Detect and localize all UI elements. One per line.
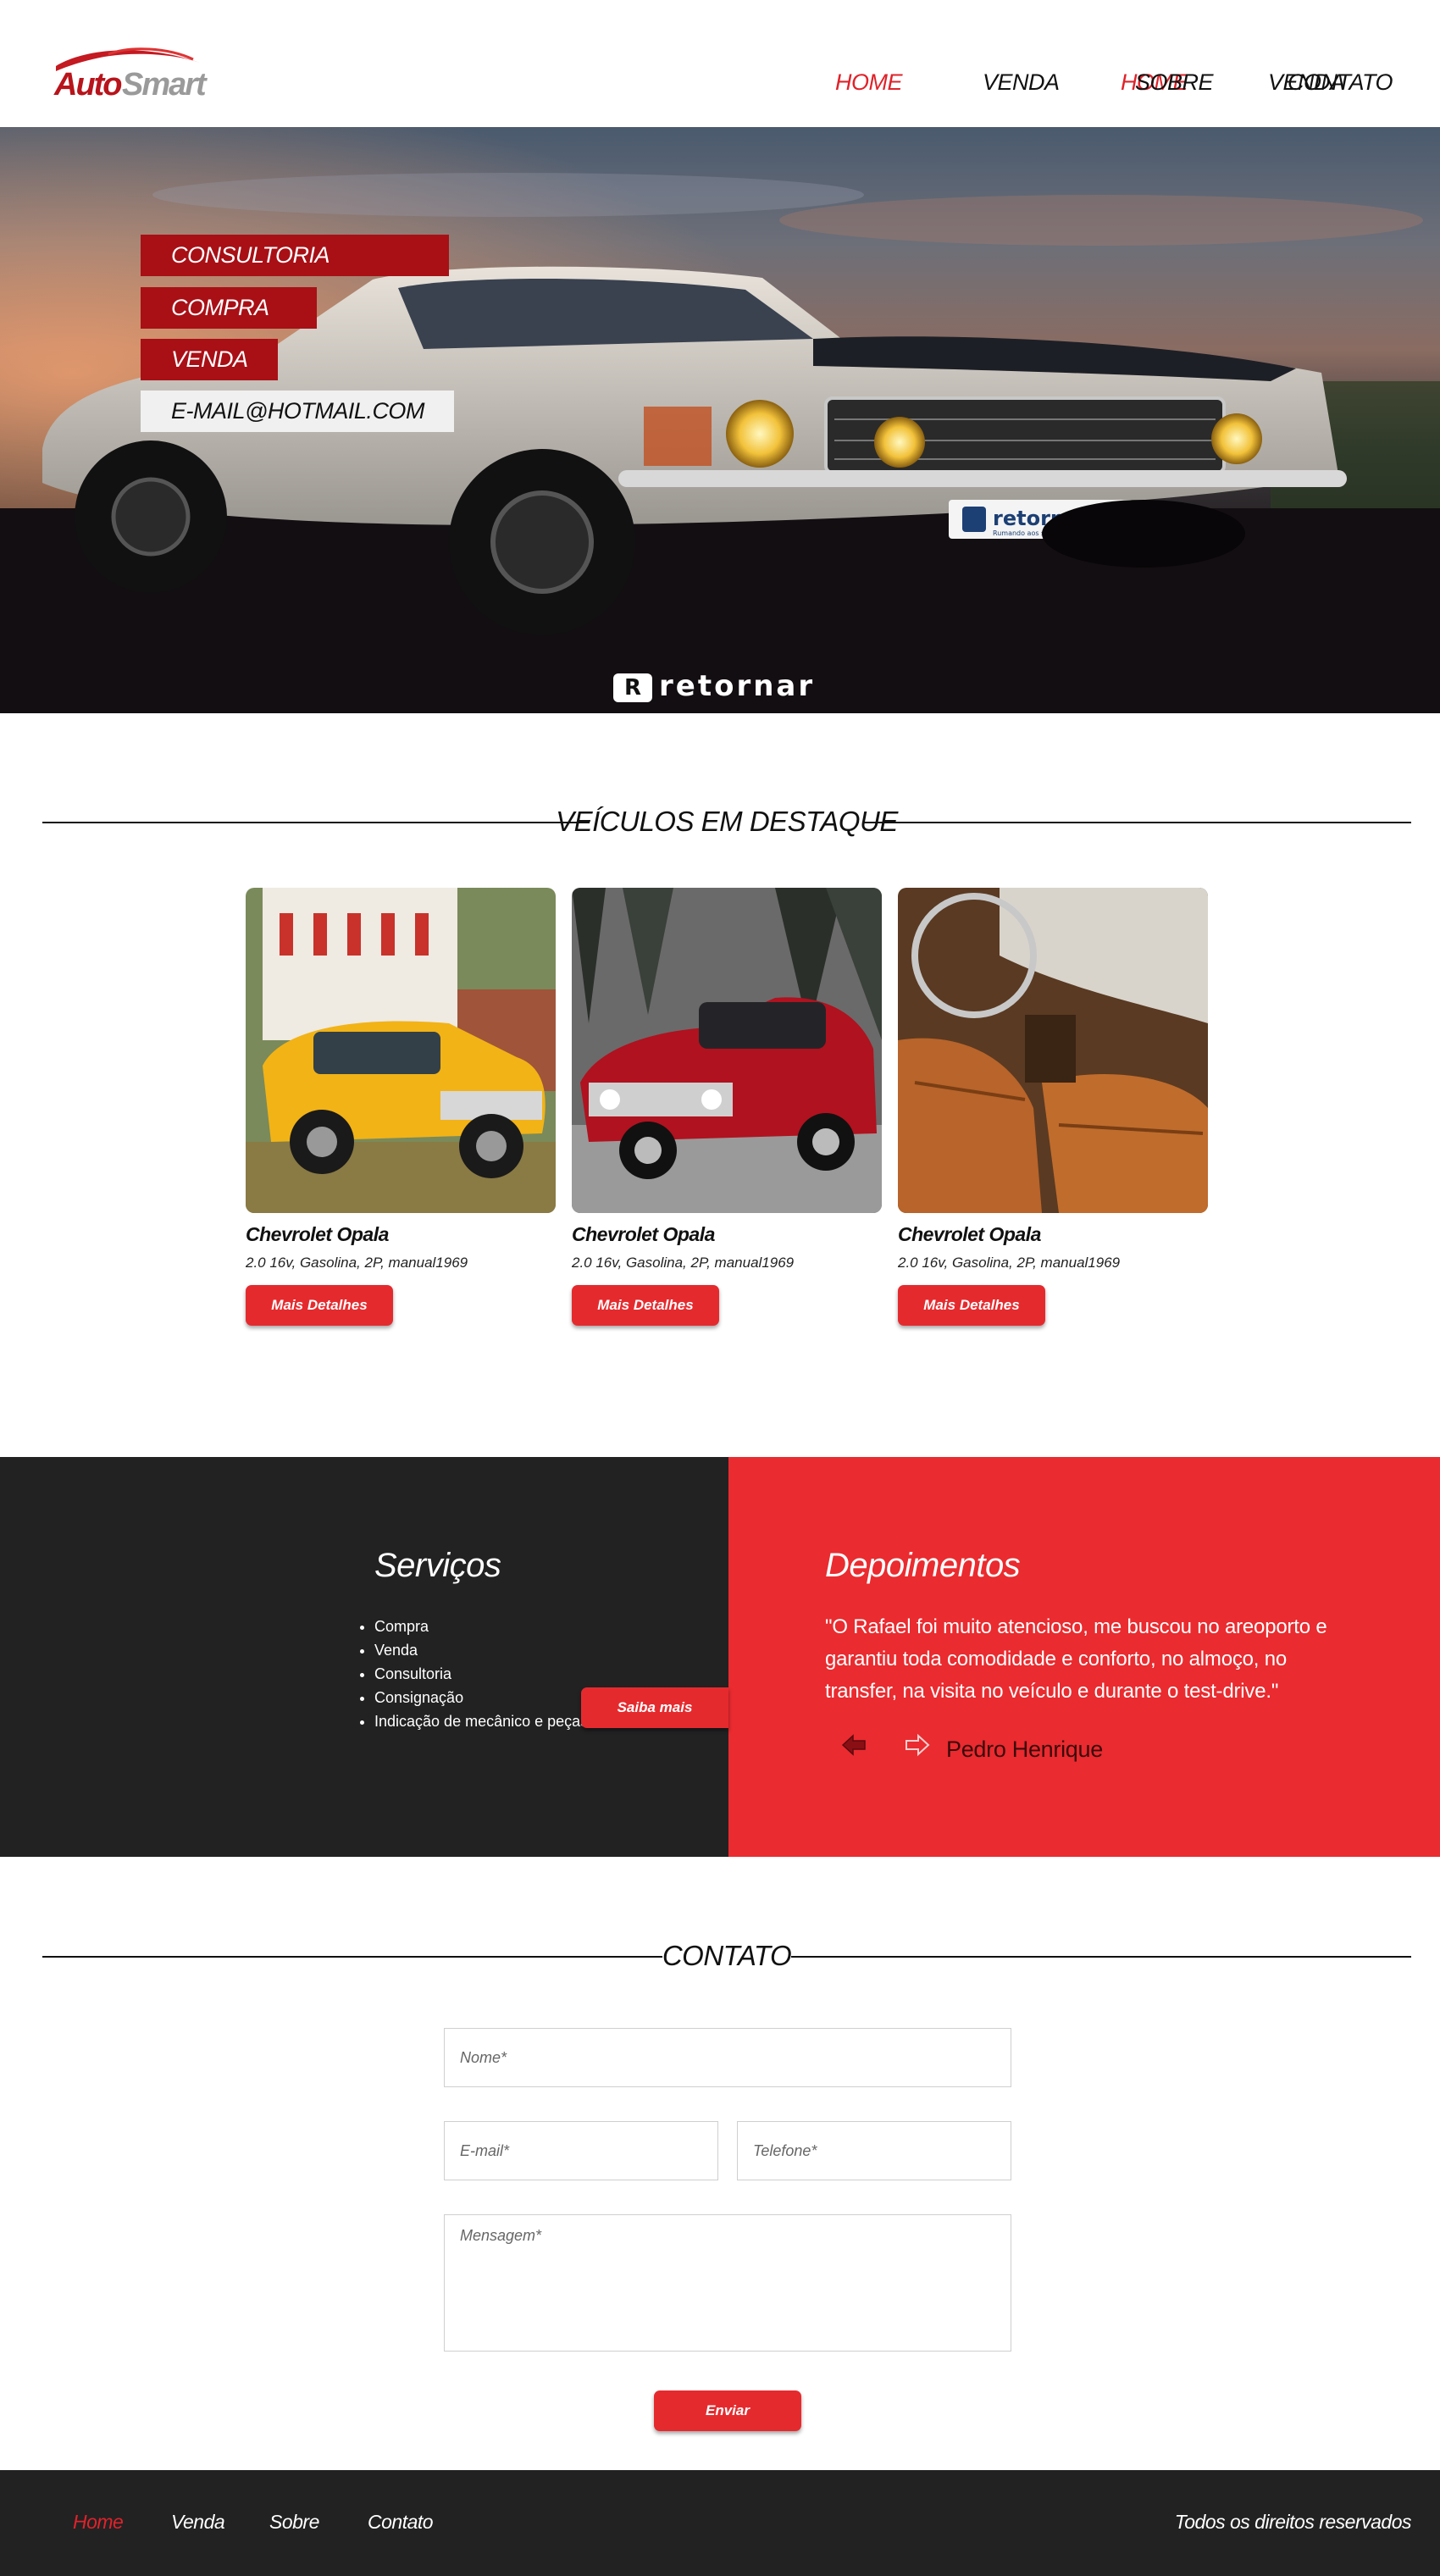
submit-button[interactable]: Enviar [654, 2390, 801, 2431]
vehicle-specs: 2.0 16v, Gasolina, 2P, manual1969 [898, 1255, 1121, 1271]
hero-email[interactable]: E-MAIL@HOTMAIL.COM [141, 391, 454, 432]
service-item: Compra [374, 1615, 588, 1638]
vehicle-specs: 2.0 16v, Gasolina, 2P, manual1969 [572, 1255, 795, 1271]
footer-link-sobre[interactable]: Sobre [269, 2511, 319, 2534]
service-item: Consignação [374, 1686, 588, 1709]
vehicle-name: Chevrolet Opala [898, 1223, 1041, 1245]
details-button[interactable]: Mais Detalhes [572, 1285, 719, 1326]
testimonials-title: Depoimentos [825, 1547, 1021, 1584]
nav-link-home[interactable]: HOME [835, 69, 903, 96]
contact-title: CONTATO [662, 1940, 792, 1971]
vehicle-image-yellow[interactable] [246, 888, 556, 1213]
nav-link-venda[interactable]: VENDA [983, 69, 1060, 96]
arrow-left-icon[interactable] [841, 1733, 868, 1757]
vehicle-card: Chevrolet Opala 2.0 16v, Gasolina, 2P, m… [572, 888, 882, 1326]
vehicle-specs: 2.0 16v, Gasolina, 2P, manual1969 [246, 1255, 468, 1271]
nav-link-sobre[interactable]: SOBRE [1135, 69, 1214, 96]
featured-section-title: VEÍCULOS EM DESTAQUE [42, 802, 1411, 841]
hero-banner: retornar Rumando aos seus sonhos CONSULT… [0, 127, 1440, 713]
hero-tag-consultoria[interactable]: CONSULTORIA [141, 235, 449, 276]
copyright-text: Todos os direitos reservados [1174, 2511, 1412, 2533]
name-field[interactable] [444, 2028, 1011, 2087]
services-list: Compra Venda Consultoria Consignação Ind… [374, 1615, 588, 1733]
site-footer: Home Venda Sobre Contato Todos os direit… [0, 2470, 1440, 2576]
vehicle-card: Chevrolet Opala 2.0 16v, Gasolina, 2P, m… [898, 888, 1208, 1326]
logo-text-auto: Auto [53, 67, 121, 102]
service-item: Consultoria [374, 1662, 588, 1686]
watermark-logo: Rretornar [613, 669, 815, 703]
service-item: Venda [374, 1638, 588, 1662]
nav-link-contato[interactable]: CONTATO [1288, 69, 1393, 96]
vehicle-image-interior[interactable] [898, 888, 1208, 1213]
learn-more-button[interactable]: Saiba mais [581, 1687, 728, 1728]
arrow-right-icon[interactable] [903, 1733, 930, 1757]
message-field[interactable] [444, 2214, 1011, 2352]
watermark-text: retornar [659, 669, 816, 703]
hero-tag-venda[interactable]: VENDA [141, 339, 278, 380]
vehicle-name: Chevrolet Opala [572, 1223, 715, 1245]
service-item: Indicação de mecânico e peças [374, 1709, 588, 1733]
logo-text-smart: Smart [122, 67, 208, 102]
vehicle-name: Chevrolet Opala [246, 1223, 389, 1245]
contact-section-title: CONTATO [42, 1936, 1411, 1975]
testimonial-quote: "O Rafael foi muito atencioso, me buscou… [825, 1615, 1327, 1703]
services-title: Serviços [374, 1547, 501, 1584]
details-button[interactable]: Mais Detalhes [246, 1285, 393, 1326]
site-header: Auto Smart HOME VENDA [0, 0, 1440, 127]
featured-title: VEÍCULOS EM DESTAQUE [556, 806, 898, 837]
footer-link-venda[interactable]: Venda [171, 2511, 225, 2534]
testimonial-author: Pedro Henrique [946, 1737, 1103, 1762]
details-button[interactable]: Mais Detalhes [898, 1285, 1045, 1326]
autosmart-logo[interactable]: Auto Smart [49, 42, 210, 105]
phone-field[interactable] [737, 2121, 1011, 2180]
retornar-r-icon: R [613, 673, 652, 702]
footer-link-home[interactable]: Home [73, 2511, 124, 2534]
vehicle-card: Chevrolet Opala 2.0 16v, Gasolina, 2P, m… [246, 888, 556, 1326]
vehicle-image-red[interactable] [572, 888, 882, 1213]
hero-tag-compra[interactable]: COMPRA [141, 287, 317, 329]
email-field[interactable] [444, 2121, 718, 2180]
footer-link-contato[interactable]: Contato [368, 2511, 434, 2534]
